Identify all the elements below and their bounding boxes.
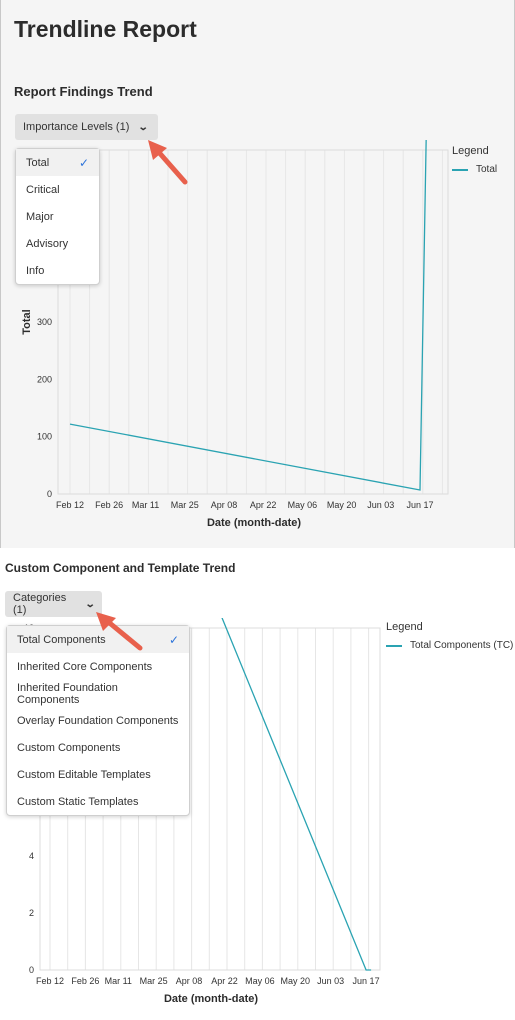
menu-item-label: Overlay Foundation Components [17, 714, 179, 727]
y-tick-label: 4 [29, 851, 34, 861]
x-tick-label: Jun 17 [353, 976, 380, 986]
legend-item-label: Total [476, 164, 498, 175]
importance-levels-label: Importance Levels (1) [23, 121, 130, 133]
y-tick-label: 0 [47, 489, 52, 499]
x-tick-label: Mar 25 [140, 976, 168, 986]
x-tick-label: Mar 25 [171, 500, 199, 510]
menu-item-category-3[interactable]: Overlay Foundation Components [7, 707, 189, 734]
legend-item-label: Total Components (TC) [410, 640, 514, 651]
checkmark-icon: ✓ [78, 155, 89, 170]
menu-item-label: Custom Editable Templates [17, 768, 151, 781]
categories-label: Categories (1) [13, 592, 67, 616]
x-axis-label: Date (month-date) [164, 993, 258, 1005]
menu-item-category-5[interactable]: Custom Editable Templates [7, 761, 189, 788]
menu-item-importance-1[interactable]: Critical [16, 176, 99, 203]
x-tick-label: May 20 [327, 500, 357, 510]
menu-item-category-1[interactable]: Inherited Core Components [7, 653, 189, 680]
legend-title: Legend [386, 621, 423, 633]
menu-item-label: Total [26, 156, 50, 169]
menu-item-importance-4[interactable]: Info [16, 257, 99, 284]
y-tick-label: 2 [29, 908, 34, 918]
importance-levels-menu: Total ✓ Critical Major Advisory Info [15, 148, 100, 285]
x-tick-label: Apr 08 [176, 976, 203, 986]
y-tick-label: 0 [29, 965, 34, 975]
menu-item-importance-2[interactable]: Major [16, 203, 99, 230]
menu-item-importance-3[interactable]: Advisory [16, 230, 99, 257]
menu-item-label: Major [26, 210, 54, 223]
x-tick-label: Apr 22 [250, 500, 277, 510]
x-tick-label: Mar 11 [105, 976, 132, 986]
y-tick-label: 200 [37, 374, 52, 384]
x-tick-label: Apr 22 [211, 976, 238, 986]
legend-item-total[interactable]: Total [452, 164, 497, 175]
menu-item-category-6[interactable]: Custom Static Templates [7, 788, 189, 815]
menu-item-label: Inherited Core Components [17, 660, 153, 673]
menu-item-label: Custom Components [17, 741, 121, 754]
x-tick-label: Feb 26 [95, 500, 123, 510]
menu-item-category-4[interactable]: Custom Components [7, 734, 189, 761]
x-tick-label: Jun 17 [406, 500, 433, 510]
menu-item-label: Inherited Foundation Components [17, 681, 118, 706]
menu-item-label: Advisory [26, 237, 69, 250]
plot-area [57, 149, 449, 495]
x-tick-label: Jun 03 [317, 976, 344, 986]
x-tick-label: May 06 [288, 500, 318, 510]
series-line-total [69, 140, 427, 491]
x-tick-label: Feb 12 [36, 976, 64, 986]
x-tick-label: Mar 11 [132, 500, 159, 510]
legend-swatch [386, 644, 402, 647]
x-tick-label: Feb 12 [56, 500, 84, 510]
x-tick-label: May 06 [245, 976, 275, 986]
y-tick-label: 300 [37, 317, 52, 327]
checkmark-icon: ✓ [168, 632, 179, 647]
components-title: Custom Component and Template Trend [5, 561, 236, 575]
chevron-down-icon: ⌄ [138, 121, 150, 133]
x-tick-label: Apr 08 [211, 500, 238, 510]
x-axis-label: Date (month-date) [207, 517, 301, 529]
menu-item-label: Custom Static Templates [17, 795, 139, 808]
legend-item-total-components[interactable]: Total Components (TC) [386, 640, 513, 651]
x-tick-label: May 20 [281, 976, 311, 986]
series-line-total-components [221, 618, 372, 971]
x-tick-label: Jun 03 [367, 500, 394, 510]
menu-item-importance-0[interactable]: Total ✓ [16, 149, 99, 176]
menu-item-label: Info [26, 264, 45, 277]
y-axis-label: Total [21, 309, 33, 334]
legend-title: Legend [452, 145, 489, 157]
report-findings-title: Report Findings Trend [14, 84, 153, 99]
arrow-icon [96, 612, 143, 651]
importance-levels-dropdown[interactable]: Importance Levels (1) ⌄ [15, 114, 158, 140]
legend-swatch [452, 168, 468, 171]
menu-item-category-2[interactable]: Inherited Foundation Components [7, 680, 189, 707]
y-tick-label: 100 [37, 432, 52, 442]
menu-item-label: Critical [26, 183, 60, 196]
categories-dropdown[interactable]: Categories (1) ⌄ [5, 591, 102, 617]
x-tick-label: Feb 26 [71, 976, 99, 986]
page-title: Trendline Report [14, 16, 197, 42]
arrow-icon [148, 140, 188, 185]
